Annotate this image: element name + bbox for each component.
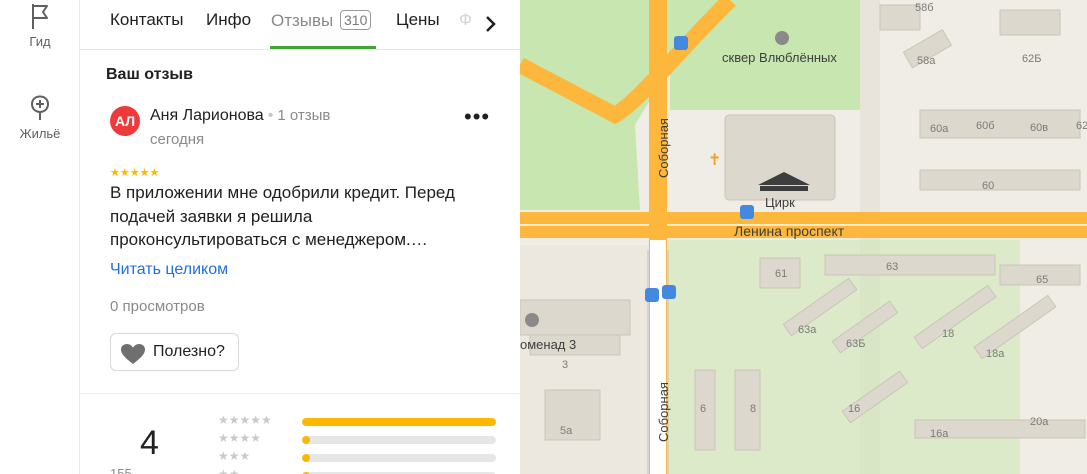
poi-icon[interactable] [525, 313, 539, 327]
views-count: 0 просмотров [110, 298, 205, 315]
heart-icon [121, 344, 145, 364]
map-label-building: 16 [848, 403, 860, 415]
review-count-badge: 310 [340, 10, 372, 30]
review-author-line: Аня Ларионова • 1 отзыв [150, 107, 330, 125]
distribution-bar [302, 436, 496, 444]
map-label-building: 6 [700, 403, 706, 415]
more-options-icon[interactable]: ••• [464, 106, 490, 128]
useful-button[interactable]: Полезно? [110, 333, 239, 371]
map-label-building: 58б [915, 2, 934, 14]
map-label-building: 60в [1030, 122, 1048, 134]
rating-count: 155 [110, 466, 132, 474]
map-canvas[interactable]: ✝ сквер Влюблённых Цирк Ленина проспект … [520, 0, 1087, 474]
side-rail: Гид Жильё [0, 0, 80, 474]
map-label-building: 8 [750, 403, 756, 415]
review-date: сегодня [150, 131, 205, 148]
map-label-park: сквер Влюблённых [722, 50, 837, 65]
separator-dot: • [267, 107, 274, 124]
rating-value: 4 [140, 424, 159, 462]
author-name[interactable]: Аня Ларионова [150, 107, 264, 124]
map-label-circus: Цирк [765, 195, 795, 210]
park-icon[interactable] [775, 31, 789, 45]
distribution-bar-fill [302, 454, 310, 462]
tab-contacts[interactable]: Контакты [110, 10, 183, 30]
rail-item-guide[interactable]: Гид [0, 2, 80, 49]
distribution-stars: ★★★★★ [218, 413, 272, 427]
distribution-stars: ★★★ [218, 449, 251, 463]
tab-photos[interactable]: Ф [459, 10, 472, 30]
map-label-building: 5а [560, 425, 573, 437]
church-icon[interactable]: ✝ [708, 152, 721, 169]
tab-bar: Контакты Инфо Отзывы 310 Цены Ф [80, 0, 520, 50]
rail-item-housing[interactable]: Жильё [0, 90, 80, 141]
useful-label: Полезно? [153, 343, 225, 360]
map-label-building: 62Б [1022, 53, 1041, 65]
tab-reviews[interactable]: Отзывы 310 [271, 10, 372, 31]
org-panel: Контакты Инфо Отзывы 310 Цены Ф Ваш отзы… [80, 0, 520, 474]
distribution-stars: ★★ [218, 467, 240, 474]
map-label-building: 60а [930, 123, 949, 135]
avatar[interactable]: АЛ [110, 106, 140, 136]
map-label-building: 63а [798, 324, 817, 336]
tab-label: Инфо [206, 10, 252, 29]
tab-label: Цены [396, 10, 440, 29]
map-label-street: Соборная [656, 118, 671, 178]
map-label-promenade: оменад 3 [520, 337, 576, 352]
author-review-count: 1 отзыв [277, 107, 331, 124]
map-label-building: 60б [976, 120, 995, 132]
rail-item-label: Гид [29, 34, 51, 49]
map-label-building: 65 [1036, 274, 1048, 286]
flag-icon [32, 4, 48, 29]
map-label-building: 18а [986, 348, 1005, 360]
map-label-building: 3 [562, 359, 568, 371]
map-label-building: 18 [942, 328, 954, 340]
distribution-stars: ★★★★ [218, 431, 262, 445]
review-text: В приложении мне одобрили кредит. Перед … [110, 183, 455, 249]
rail-item-label: Жильё [19, 126, 61, 141]
distribution-bar [302, 454, 496, 462]
map-label-building: 63 [886, 261, 898, 273]
map-label-building: 16а [930, 428, 949, 440]
distribution-bar-fill [302, 418, 496, 426]
map-label-building: 20а [1030, 416, 1049, 428]
map-label-street: Соборная [656, 382, 671, 442]
tab-label: Ф [459, 10, 472, 29]
tab-label: Отзывы [271, 11, 334, 30]
map-label-avenue: Ленина проспект [734, 223, 845, 239]
distribution-bar-fill [302, 436, 310, 444]
active-tab-indicator [270, 46, 376, 49]
read-more-link[interactable]: Читать целиком [110, 261, 228, 279]
divider [80, 393, 520, 394]
map-label-building: 60 [982, 180, 994, 192]
map-view[interactable]: ✝ сквер Влюблённых Цирк Ленина проспект … [520, 0, 1087, 474]
map-label-building: 58а [917, 55, 936, 67]
map-label-building: 61 [775, 268, 787, 280]
tab-label: Контакты [110, 10, 184, 29]
distribution-bar [302, 418, 496, 426]
tab-prices[interactable]: Цены [396, 10, 440, 30]
house-icon [30, 95, 50, 120]
map-label-building: 63Б [846, 338, 865, 350]
section-title: Ваш отзыв [106, 66, 193, 83]
chevron-right-icon[interactable] [478, 12, 502, 36]
review-stars: ★★★★★ [110, 167, 160, 179]
map-label-building: 62в [1076, 120, 1087, 132]
tab-info[interactable]: Инфо [206, 10, 251, 30]
